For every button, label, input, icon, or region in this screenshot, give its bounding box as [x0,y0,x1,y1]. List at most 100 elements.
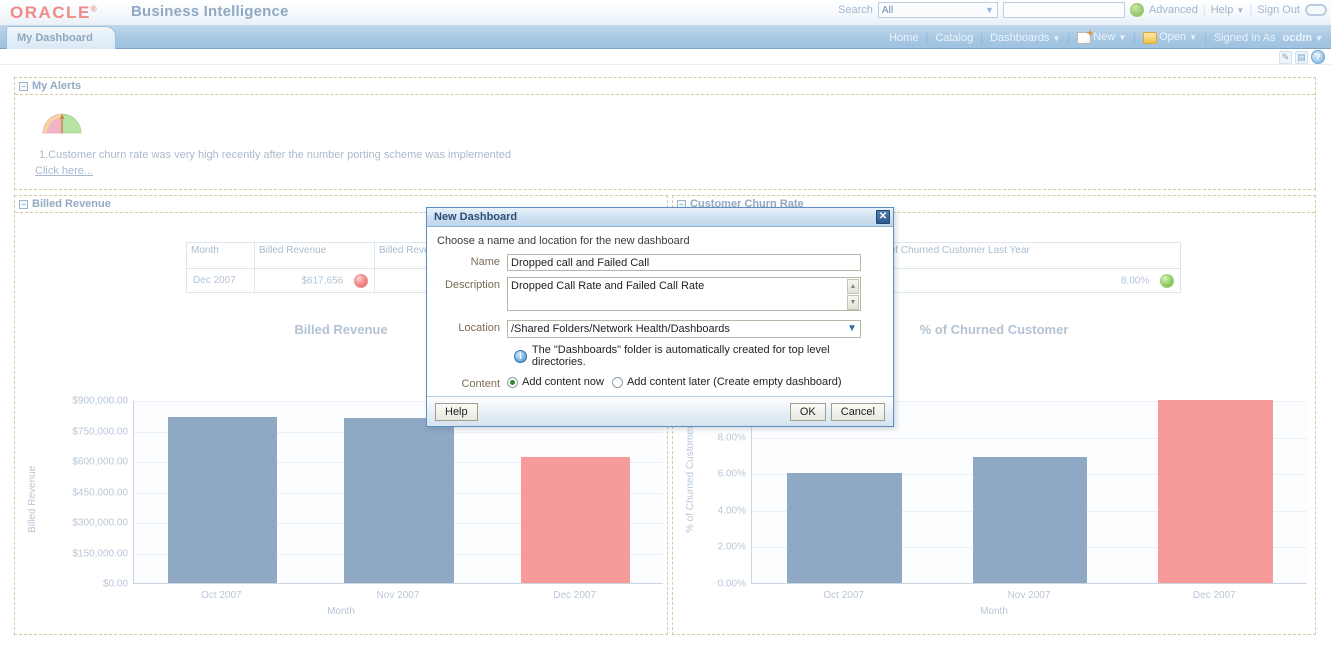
nav-divider: | [980,32,983,44]
search-input[interactable] [1003,2,1125,18]
gauge-up-icon [41,112,83,134]
radio-add-content-later[interactable] [612,377,623,388]
folder-open-icon [1143,32,1157,44]
oracle-logo: ORACLE® [10,3,98,23]
ok-button[interactable]: OK [790,403,826,421]
cell-pct-churned-last-year-value: 8.00% [1121,275,1149,286]
x-axis-label: Month [673,606,1315,617]
billed-revenue-title: Billed Revenue [32,198,111,210]
dialog-title-bar: New Dashboard ✕ [427,208,893,227]
content-label: Content [437,376,507,390]
bar[interactable] [787,473,902,583]
y-axis-tick-label: $900,000.00 [15,396,128,407]
content-radio-group: Add content now Add content later (Creat… [507,376,842,388]
nav-catalog[interactable]: Catalog [935,32,973,44]
x-axis-tick-label: Nov 2007 [310,590,487,601]
y-axis-tick-label: $750,000.00 [15,426,128,437]
edit-page-icon[interactable]: ✎ [1279,51,1292,64]
y-axis-tick-label: 2.00% [673,542,746,553]
bar[interactable] [1158,400,1273,583]
name-field-row: Name [437,254,883,271]
location-select[interactable]: /Shared Folders/Network Health/Dashboard… [507,320,861,338]
sign-out-link[interactable]: Sign Out [1257,4,1300,16]
x-axis-tick-label: Nov 2007 [936,590,1121,601]
col-billed-revenue: Billed Revenue [255,243,375,269]
bar[interactable] [168,417,278,583]
nav-dashboards-label: Dashboards [990,32,1049,44]
location-value: /Shared Folders/Network Health/Dashboard… [511,323,730,335]
alert-click-here-link[interactable]: Click here... [35,165,93,177]
radio-add-content-now-label: Add content now [522,376,604,388]
x-axis-tick-label: Oct 2007 [751,590,936,601]
x-axis-label: Month [15,606,667,617]
toolbar-divider: | [1249,4,1252,16]
chevron-down-icon: ▼ [1315,34,1323,43]
info-icon: i [514,350,527,363]
name-input[interactable] [507,254,861,271]
brand-bar: ORACLE® Business Intelligence Search All… [0,0,1331,26]
description-textarea[interactable]: Dropped Call Rate and Failed Call Rate [507,277,861,311]
scroll-down-icon[interactable]: ▼ [847,295,859,310]
toolbar-divider: | [1203,4,1206,16]
location-label: Location [437,320,507,334]
col-pct-churned-customer-last-year: % of Churned Customer Last Year [874,243,1181,269]
collapse-icon[interactable]: − [19,82,28,91]
y-axis-label: Billed Revenue [27,465,38,532]
chevron-down-icon: ▼ [1236,6,1244,15]
radio-add-content-now[interactable] [507,377,518,388]
chevron-down-icon: ▼ [844,321,860,337]
nav-divider: | [1133,32,1136,44]
current-user[interactable]: ocdm ▼ [1283,32,1323,44]
go-icon[interactable] [1130,3,1144,17]
x-axis-tick-label: Oct 2007 [133,590,310,601]
cancel-button[interactable]: Cancel [831,403,885,421]
accessibility-toggle-icon[interactable] [1305,4,1327,16]
help-button[interactable]: Help [435,403,478,421]
chevron-down-icon: ▼ [1052,34,1060,43]
location-hint-text: The "Dashboards" folder is automatically… [532,344,883,368]
new-page-icon [1077,32,1091,44]
chevron-down-icon: ▼ [985,5,997,15]
nav-new[interactable]: New ▼ [1077,31,1126,43]
nav-dashboards[interactable]: Dashboards ▼ [990,32,1060,44]
search-label: Search [838,4,873,16]
dialog-body: Choose a name and location for the new d… [427,227,893,393]
my-alerts-header: − My Alerts [15,78,1315,95]
dialog-footer: Help OK Cancel [427,396,893,426]
close-icon[interactable]: ✕ [876,210,890,224]
y-axis-tick-label: 4.00% [673,505,746,516]
nav-divider: | [1204,32,1207,44]
cell-billed-revenue-value: $617,656 [302,275,344,286]
location-field-row: Location /Shared Folders/Network Health/… [437,320,883,338]
help-menu[interactable]: Help ▼ [1211,4,1245,16]
bar[interactable] [344,418,454,583]
collapse-icon[interactable]: − [19,200,28,209]
page-options-icon[interactable]: ▤ [1295,51,1308,64]
dialog-footer-actions: OK Cancel [790,403,885,421]
status-indicator-green-icon [1160,274,1174,288]
nav-home[interactable]: Home [889,32,918,44]
cell-billed-revenue: $617,656 [255,269,375,293]
global-nav-links: Home | Catalog | Dashboards ▼ | New ▼ | … [889,26,1323,49]
y-axis-tick-label: $0.00 [15,579,128,590]
y-axis-label: % of Churned Customer [685,425,696,532]
help-circle-icon[interactable]: ? [1311,50,1325,64]
chevron-down-icon: ▼ [1118,33,1126,42]
current-user-name: ocdm [1283,32,1312,44]
dialog-title: New Dashboard [434,211,876,223]
col-month: Month [187,243,255,269]
nav-open[interactable]: Open ▼ [1143,31,1197,43]
x-axis-tick-label: Dec 2007 [1122,590,1307,601]
bar[interactable] [973,457,1088,583]
search-scope-select[interactable]: All ▼ [878,2,998,18]
my-alerts-title: My Alerts [32,80,81,92]
my-alerts-panel: − My Alerts 1.Customer churn rate was ve… [14,77,1316,190]
tab-my-dashboard[interactable]: My Dashboard [6,26,116,49]
scroll-up-icon[interactable]: ▲ [847,279,859,294]
page-toolbar: ✎ ▤ ? [0,49,1331,65]
chevron-down-icon: ▼ [1189,33,1197,42]
advanced-link[interactable]: Advanced [1149,4,1198,16]
bar[interactable] [521,457,631,583]
description-field-row: Description Dropped Call Rate and Failed… [437,277,883,314]
plot-area [133,401,663,584]
